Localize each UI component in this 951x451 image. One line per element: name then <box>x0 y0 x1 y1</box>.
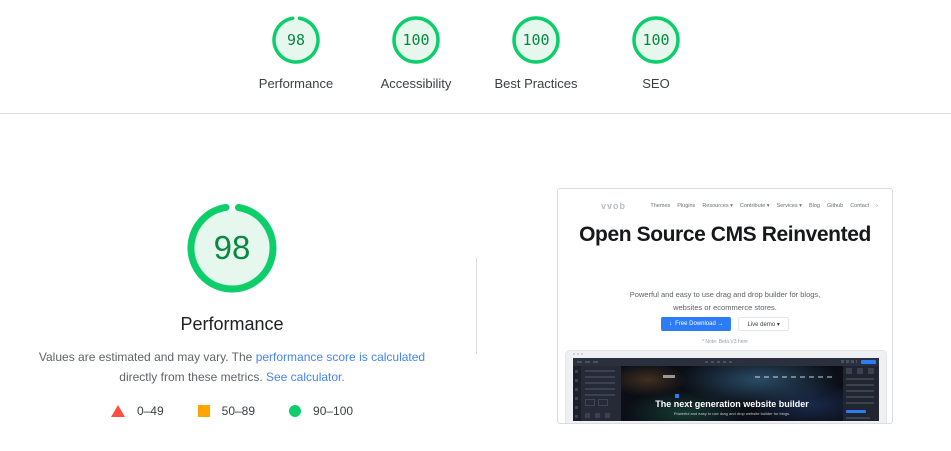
thumb-sub-line2: websites or ecommerce stores. <box>673 303 777 312</box>
legend-triangle-icon <box>110 405 125 417</box>
performance-gauge: 98 <box>187 203 277 293</box>
editor-save-button <box>861 360 876 364</box>
download-icon: ↓ <box>669 321 673 327</box>
legend-range: 0–49 <box>136 404 164 418</box>
performance-score-calc-link[interactable]: performance score is calculated <box>256 350 425 364</box>
thumb-buttons: ↓ Free Download → Live demo ▾ <box>558 317 892 331</box>
summary-gauge-performance[interactable]: 98 Performance <box>236 16 356 91</box>
performance-section: 98 Performance Values are estimated and … <box>0 114 464 418</box>
window-dots-icon <box>573 353 583 355</box>
thumb-free-download-button: ↓ Free Download → <box>661 317 732 331</box>
score-value: 100 <box>402 31 430 49</box>
see-calculator-link[interactable]: See calculator. <box>266 370 345 384</box>
summary-scores-bar: 98 Performance 100 Accessibility 100 Bes… <box>0 0 951 114</box>
decor-panel-icons <box>585 413 613 418</box>
thumb-note: * Note: Beta V3 here <box>702 339 748 345</box>
performance-description: Values are estimated and may vary. The p… <box>0 347 464 387</box>
editor-left-panel <box>581 366 621 421</box>
description-text: Values are estimated and may vary. The <box>38 350 253 364</box>
decor-side-rows <box>846 378 874 404</box>
thumb-nav: Themes Plugins Resources ▾ Contribute ▾ … <box>650 203 878 209</box>
editor-subtext: Powerful and easy to use drag and drop w… <box>673 411 791 416</box>
editor-icon-rail <box>573 366 581 421</box>
legend-range: 50–89 <box>221 404 256 418</box>
summary-gauge-accessibility[interactable]: 100 Accessibility <box>356 16 476 91</box>
legend-item-pass: 90–100 <box>289 404 353 418</box>
decor-rows <box>585 370 615 396</box>
legend-square-icon <box>197 405 210 417</box>
thumb-nav-item: Resources ▾ <box>702 203 733 209</box>
performance-title: Performance <box>180 314 284 334</box>
editor-topbar-icons <box>577 361 601 363</box>
thumb-sub-line1: Powerful and easy to use drag and drop b… <box>629 290 821 299</box>
thumb-nav-item: Services ▾ <box>776 203 802 209</box>
vertical-divider <box>476 258 477 354</box>
editor-browser-frame: The next generation website builder Powe… <box>565 350 887 423</box>
editor-topbar-dots <box>705 361 735 363</box>
editor-right-panel <box>843 366 879 421</box>
decor-side-foot <box>846 417 870 419</box>
legend-item-average: 50–89 <box>197 404 256 418</box>
editor-screenshot: The next generation website builder Powe… <box>573 358 879 421</box>
category-label: Performance <box>258 76 334 91</box>
editor-topbar-right-icons <box>841 360 857 363</box>
legend-range: 90–100 <box>313 404 354 418</box>
editor-canvas: The next generation website builder Powe… <box>621 366 843 421</box>
thumb-nav-item: Plugins <box>677 203 696 209</box>
category-label: SEO <box>642 76 670 91</box>
score-value: 100 <box>642 31 670 49</box>
site-logo: vvob <box>601 201 627 211</box>
description-text: directly from these metrics. <box>119 370 263 384</box>
score-legend: 0–49 50–89 90–100 <box>0 404 464 418</box>
decor-boxes <box>585 399 608 406</box>
thumb-primary-label: Free Download → <box>675 321 724 327</box>
decor-blue-slider <box>846 410 866 413</box>
canvas-logo-bar <box>663 375 675 378</box>
thumb-nav-item: Contact <box>850 203 870 209</box>
score-value: 98 <box>286 31 306 49</box>
editor-topbar <box>573 358 879 366</box>
legend-item-fail: 0–49 <box>110 404 164 418</box>
summary-gauge-best-practices[interactable]: 100 Best Practices <box>476 16 596 91</box>
thumb-nav-item: Themes <box>650 203 671 209</box>
decor-side-icons <box>846 368 876 374</box>
thumb-live-demo-button: Live demo ▾ <box>738 317 789 331</box>
canvas-nav-dashes <box>755 376 833 378</box>
thumb-headline: Open Source CMS Reinvented <box>579 223 871 246</box>
final-screenshot-card: vvob Themes Plugins Resources ▾ Contribu… <box>557 188 893 424</box>
thumb-nav-item: Github <box>826 203 844 209</box>
legend-circle-icon <box>289 405 302 417</box>
thumb-subheadline: Powerful and easy to use drag and drop b… <box>558 288 892 314</box>
drag-handle-icon <box>675 394 679 398</box>
thumb-nav-item: Contribute ▾ <box>739 203 770 209</box>
thumb-secondary-label: Live demo ▾ <box>747 321 780 328</box>
performance-score-value: 98 <box>213 229 251 266</box>
thumb-nav-item: Blog <box>808 203 820 209</box>
thumb-nav-more-icon: › <box>876 203 878 209</box>
score-value: 100 <box>522 31 550 49</box>
category-label: Best Practices <box>494 76 578 91</box>
editor-headline: The next generation website builder <box>655 399 809 409</box>
category-label: Accessibility <box>380 76 452 91</box>
summary-gauge-seo[interactable]: 100 SEO <box>596 16 716 91</box>
